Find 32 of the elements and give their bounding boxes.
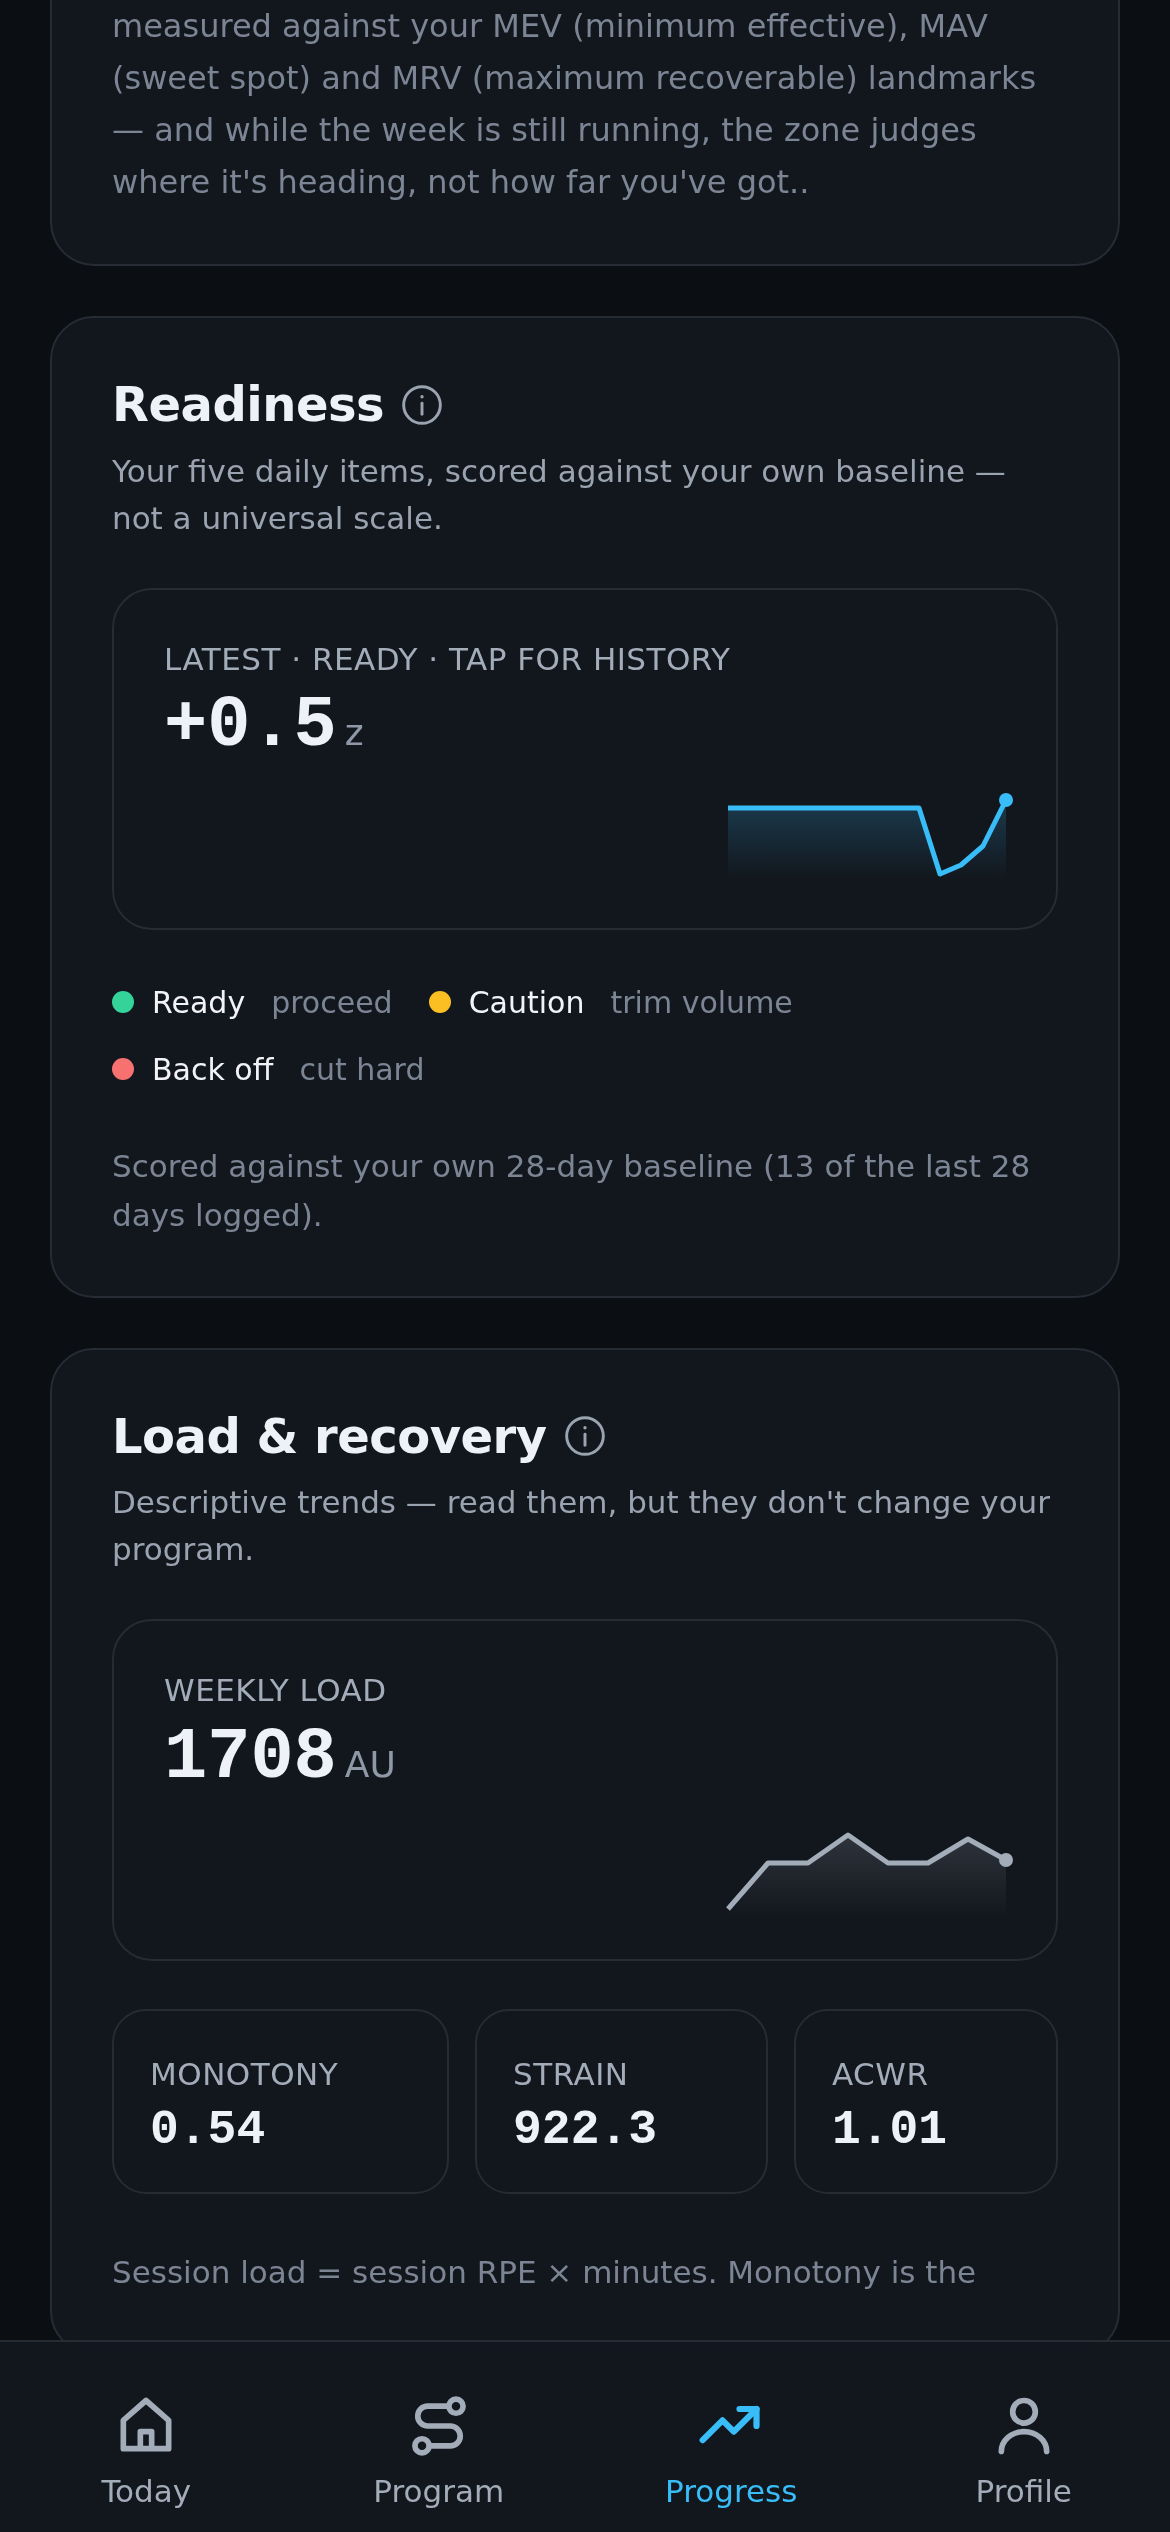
- section-subtitle: Your five daily items, scored against your own baseline — not a universal scale.: [112, 451, 1007, 538]
- metric-label: LATEST · READY · TAP FOR HISTORY: [164, 639, 732, 679]
- nav-tab[interactable]: Progress: [585, 2342, 878, 2532]
- stat-value: 0.54: [150, 2105, 267, 2154]
- stat-label: STRAIN: [513, 2055, 630, 2095]
- legend-hint: trim volume: [610, 983, 793, 1022]
- legend-label: Ready: [152, 983, 246, 1022]
- stat-label: ACWR: [831, 2055, 930, 2095]
- info-icon[interactable]: [400, 382, 445, 427]
- metric-unit: AU: [344, 1742, 396, 1787]
- stat-value: 1.01: [831, 2105, 949, 2154]
- nav-tab[interactable]: Program: [292, 2342, 585, 2532]
- metric-value: +0.5: [164, 690, 337, 763]
- card-description: measured against your MEV (minimum effective), MAV (sweet spot) and MRV (maximum recoverable) landmarks — and while the week is still running, the zone judges where it's heading, not how far you've got..: [112, 6, 1038, 203]
- legend-label: Caution: [468, 983, 585, 1022]
- stat-value: 922.3: [513, 2105, 659, 2154]
- section-note: Session load = session RPE × minutes. Monotony is the: [112, 2253, 978, 2293]
- nav-tab[interactable]: Today: [0, 2342, 293, 2532]
- metric-unit: z: [344, 711, 364, 756]
- stat-label: MONOTONY: [150, 2055, 340, 2095]
- section-title: Load & recovery: [112, 1407, 547, 1466]
- section-subtitle: Descriptive trends — read them, but they don't change your program.: [112, 1483, 1051, 1570]
- info-icon[interactable]: [562, 1414, 607, 1459]
- metric-label: WEEKLY LOAD: [164, 1671, 388, 1711]
- legend-hint: proceed: [271, 983, 393, 1022]
- legend-label: Back off: [152, 1050, 274, 1089]
- nav-tab[interactable]: Profile: [877, 2342, 1170, 2532]
- metric-value: 1708: [164, 1721, 337, 1794]
- section-title: Readiness: [112, 376, 385, 434]
- metric-card[interactable]: LATEST · READY · TAP FOR HISTORY +0.5 z: [112, 587, 1058, 930]
- section-note: Scored against your own 28-day baseline (13 of the last 28 days logged).: [112, 1146, 1032, 1235]
- legend-hint: cut hard: [299, 1050, 425, 1089]
